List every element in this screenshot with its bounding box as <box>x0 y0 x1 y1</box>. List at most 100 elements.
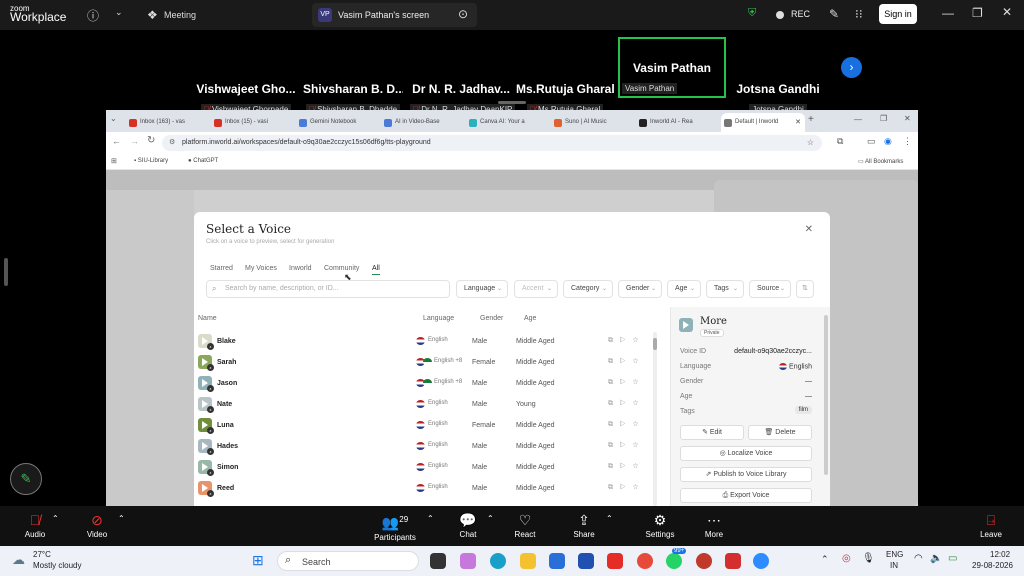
weather-temp[interactable]: 27°C <box>33 550 51 559</box>
pdf-icon[interactable] <box>725 553 741 569</box>
back-icon[interactable]: ← <box>112 136 121 146</box>
site-info-icon[interactable]: ⚙ <box>169 135 175 151</box>
tab-my-voices[interactable]: My Voices <box>245 265 277 272</box>
react-button[interactable]: ♡ React <box>495 512 555 539</box>
wifi-icon[interactable]: ◠ <box>914 553 923 564</box>
menu-icon[interactable]: ⋮ <box>903 136 912 147</box>
tab-inworld[interactable]: Inworld <box>289 265 312 272</box>
chevron-up-icon[interactable]: ⌃ <box>821 554 829 565</box>
more-options-icon[interactable]: ⊙ <box>458 7 468 21</box>
voice-play-icon[interactable]: ε <box>198 376 214 392</box>
close-icon[interactable]: ✕ <box>1002 5 1012 19</box>
audio-options-chevron[interactable]: ⌃ <box>52 514 59 523</box>
row-actions[interactable]: ⧉▷☆ <box>608 379 645 387</box>
grid-icon[interactable]: ⁝⁝ <box>855 7 863 21</box>
forward-icon[interactable]: → <box>130 136 139 146</box>
row-actions[interactable]: ⧉▷☆ <box>608 484 645 492</box>
pen-icon[interactable]: ✎ <box>829 7 839 21</box>
language-dropdown[interactable]: Language ⌄ <box>456 280 508 298</box>
row-actions[interactable]: ⧉▷☆ <box>608 421 645 429</box>
active-speaker-tile[interactable]: Vasim Pathan Vasim Pathan <box>618 37 726 98</box>
row-actions[interactable]: ⧉▷☆ <box>608 358 645 366</box>
copilot-icon[interactable] <box>460 553 476 569</box>
zoom-icon[interactable] <box>753 553 769 569</box>
close-tab-icon[interactable]: ✕ <box>795 113 801 132</box>
row-actions[interactable]: ⧉▷☆ <box>608 337 645 345</box>
apps-icon[interactable]: ⊞ <box>111 157 117 165</box>
leave-button[interactable]: ⍈ Leave <box>961 512 1021 539</box>
row-actions[interactable]: ⧉▷☆ <box>608 442 645 450</box>
next-page-button[interactable]: › <box>841 57 862 78</box>
panel-scrollbar[interactable] <box>824 315 828 475</box>
minimize-icon[interactable]: — <box>942 6 954 20</box>
participants-button[interactable]: 👥29 Participants <box>365 512 425 542</box>
tab-all[interactable]: All <box>372 265 380 275</box>
file-explorer-icon[interactable] <box>520 553 536 569</box>
side-handle[interactable] <box>4 258 8 286</box>
delete-button[interactable]: 🗑 Delete <box>748 425 812 440</box>
edit-button[interactable]: ✎ Edit <box>680 425 744 440</box>
voice-play-icon[interactable]: ε <box>198 481 214 497</box>
reload-icon[interactable]: ↻ <box>147 135 155 146</box>
age-dropdown[interactable]: Age ⌄ <box>667 280 701 298</box>
share-chevron[interactable]: ⌃ <box>606 514 613 523</box>
shield-icon[interactable]: ⛨ <box>748 7 756 20</box>
language-top[interactable]: ENG <box>886 550 903 559</box>
browser-tab[interactable]: AI in Video-Base <box>381 113 465 132</box>
annotate-pen-button[interactable]: ✎ <box>10 463 42 495</box>
meeting-label[interactable]: Meeting <box>164 10 196 20</box>
store-icon[interactable] <box>549 553 565 569</box>
more-button[interactable]: ⋯ More <box>684 512 744 539</box>
url-field[interactable]: ⚙ platform.inworld.ai/workspaces/default… <box>162 135 822 151</box>
tags-dropdown[interactable]: Tags ⌄ <box>706 280 744 298</box>
clock-time[interactable]: 12:02 <box>990 550 1010 559</box>
chat-chevron[interactable]: ⌃ <box>487 514 494 523</box>
row-actions[interactable]: ⧉▷☆ <box>608 463 645 471</box>
minimize-icon[interactable]: — <box>854 115 862 124</box>
youtube-icon[interactable] <box>607 553 623 569</box>
close-icon[interactable]: ✕ <box>805 224 813 235</box>
volume-icon[interactable]: 🔈 <box>930 553 942 564</box>
row-actions[interactable]: ⧉▷☆ <box>608 400 645 408</box>
browser-tab[interactable]: Inworld AI - Rea <box>636 113 720 132</box>
voice-play-icon[interactable]: ε <box>198 460 214 476</box>
voice-row[interactable]: ε Blake English Male Middle Aged ⧉▷☆ <box>194 332 660 353</box>
browser-tab[interactable]: Gemini Notebook <box>296 113 380 132</box>
star-icon[interactable]: ☆ <box>807 135 814 151</box>
voice-play-icon[interactable]: ε <box>198 355 214 371</box>
voice-row[interactable]: ε Sarah English +8 Female Middle Aged ⧉▷☆ <box>194 353 660 374</box>
sort-button[interactable]: ⇅ <box>796 280 814 298</box>
task-view-icon[interactable] <box>430 553 446 569</box>
accent-dropdown[interactable]: Accent ⌄ <box>514 280 558 298</box>
windows-start-icon[interactable]: ⊞ <box>252 552 264 569</box>
chevron-down-icon[interactable]: ⌄ <box>115 7 123 18</box>
category-dropdown[interactable]: Category ⌄ <box>563 280 613 298</box>
voice-row[interactable]: ε Reed English Male Middle Aged ⧉▷☆ <box>194 479 660 500</box>
browser-tab-active[interactable]: Default | Inworld ✕ <box>721 113 805 132</box>
voice-row[interactable]: ε Simon English Male Middle Aged ⧉▷☆ <box>194 458 660 479</box>
gender-dropdown[interactable]: Gender ⌄ <box>618 280 662 298</box>
source-dropdown[interactable]: Source ⌄ <box>749 280 791 298</box>
voice-play-icon[interactable]: ε <box>198 334 214 350</box>
tab-starred[interactable]: Starred <box>210 265 233 272</box>
clock-date[interactable]: 29-08-2026 <box>972 561 1013 570</box>
settings-button[interactable]: ⚙ Settings <box>630 512 690 539</box>
voice-play-icon[interactable]: ε <box>198 439 214 455</box>
voice-id-value[interactable]: default-o9q30ae2cczyc... <box>734 348 812 355</box>
edge-icon[interactable] <box>490 553 506 569</box>
info-icon[interactable]: ⓘ <box>87 7 99 24</box>
voice-row[interactable]: ε Hades English Male Middle Aged ⧉▷☆ <box>194 437 660 458</box>
publish-voice-button[interactable]: ⇗ Publish to Voice Library <box>680 467 812 482</box>
battery-icon[interactable]: ▭ <box>948 553 957 564</box>
bookmark-item[interactable]: ▪ SIU-Library <box>134 158 168 164</box>
cast-icon[interactable]: ▭ <box>867 136 876 147</box>
whatsapp-icon[interactable] <box>666 553 682 569</box>
restore-icon[interactable]: ❐ <box>880 114 887 123</box>
browser-tab[interactable]: Canva AI: Your a <box>466 113 550 132</box>
weather-text[interactable]: Mostly cloudy <box>33 561 81 570</box>
chrome-icon[interactable] <box>637 553 653 569</box>
export-voice-button[interactable]: ⎙ Export Voice <box>680 488 812 503</box>
rec-label[interactable]: REC <box>791 9 810 19</box>
video-options-chevron[interactable]: ⌃ <box>118 514 125 523</box>
restore-icon[interactable]: ❐ <box>972 6 983 20</box>
